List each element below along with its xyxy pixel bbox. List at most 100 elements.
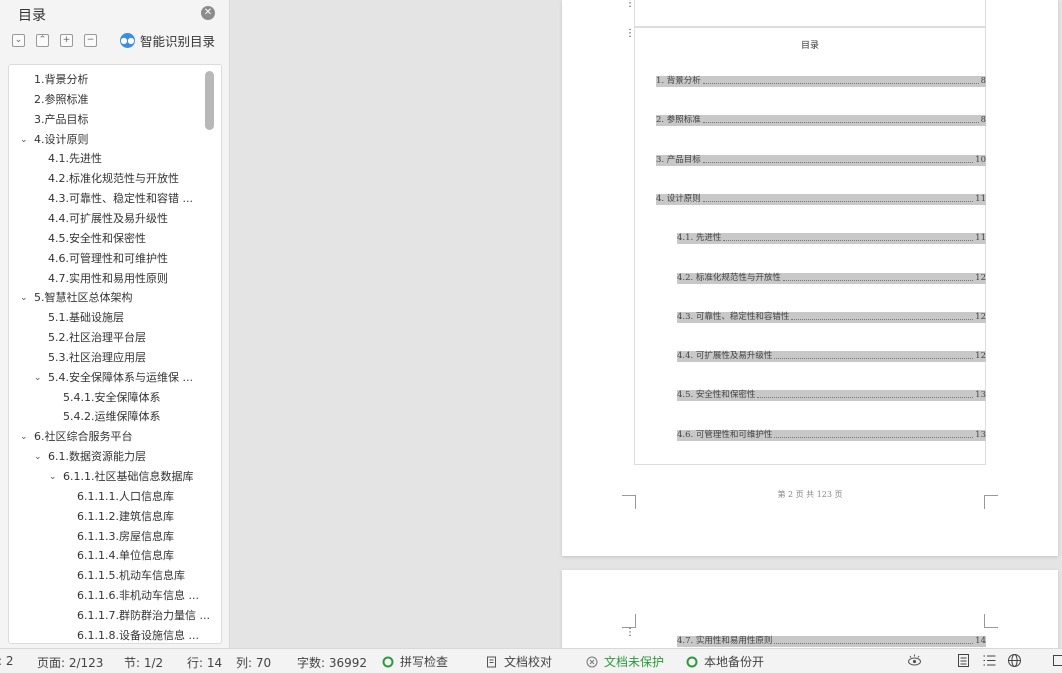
toc-tree-item-label: 5.2.社区治理平台层 — [48, 331, 146, 345]
toc-tree-item[interactable]: ⌄ 5.4.安全保障体系与运维保 ... — [34, 370, 193, 385]
backup-status-icon — [686, 656, 698, 668]
local-backup-button[interactable]: 本地备份开 — [686, 653, 764, 670]
chevron-down-icon[interactable]: ⌄ — [49, 470, 57, 484]
toc-tree-item[interactable]: 6.1.1.3.房屋信息库 — [77, 530, 174, 544]
toc-tree-item-label: 4.2.标准化规范性与开放性 — [48, 172, 179, 186]
close-icon[interactable]: ✕ — [201, 6, 215, 20]
toc-tree-item[interactable]: 5.4.1.安全保障体系 — [63, 391, 161, 405]
paragraph-handle-icon[interactable]: ⋮ — [625, 627, 635, 639]
toc-tree-item[interactable]: 5.2.社区治理平台层 — [48, 331, 146, 345]
toc-tree-item[interactable]: 4.1.先进性 — [48, 152, 102, 166]
outline-view-icon[interactable] — [982, 653, 997, 668]
chevron-down-icon[interactable]: ⌄ — [20, 133, 28, 147]
page-view-icon[interactable] — [956, 653, 971, 668]
toc-tree-item[interactable]: 4.7.实用性和易用性原则 — [48, 272, 168, 286]
chevron-down-icon[interactable]: ⌄ — [20, 291, 28, 305]
chevron-down-icon[interactable]: ⌄ — [34, 450, 42, 464]
eye-protection-icon[interactable] — [907, 653, 922, 668]
toc-tree-item[interactable]: 6.1.1.4.单位信息库 — [77, 549, 174, 563]
toc-tree: 1.背景分析 2.参照标准 3.产品目标 ⌄ 4.设计原则 4.1.先进性 4.2.标准化规… — [8, 64, 222, 644]
toc-tree-item-label: 1.背景分析 — [34, 73, 89, 86]
document-toc-heading: 目录 — [800, 41, 819, 51]
collapse-all-button[interactable]: ⌄ — [12, 34, 25, 47]
status-bar: : 2 页面: 2/123 节: 1/2 行: 14 列: 70 字数: 369… — [0, 648, 1062, 673]
document-toc-entry[interactable]: 4.5. 安全性和保密性 13 — [677, 390, 986, 402]
doc-proofread-button[interactable]: 文档校对 — [486, 653, 552, 670]
toc-tree-item-label: 2.参照标准 — [34, 92, 89, 106]
toc-tree-item[interactable]: 6.1.1.2.建筑信息库 — [77, 510, 174, 524]
toc-tree-item-label: 3.产品目标 — [34, 112, 89, 126]
toc-tree-item[interactable]: 6.1.1.8.设备设施信息 ... — [77, 629, 199, 643]
toc-tree-item-label: 4.4.可扩展性及易升级性 — [48, 211, 168, 225]
toc-entry-page: 8 — [980, 115, 986, 126]
toc-entry-leader — [791, 312, 974, 320]
toc-entry-leader — [702, 194, 974, 202]
toc-tree-item[interactable]: 5.4.2.运维保障体系 — [63, 410, 161, 424]
document-toc-entry[interactable]: 2. 参照标准 8 — [656, 115, 986, 127]
toc-entry-label: 4.1. 先进性 — [677, 233, 722, 244]
toc-tree-item[interactable]: 4.5.安全性和保密性 — [48, 232, 146, 246]
document-toc-entry[interactable]: 4.6. 可管理性和可维护性 13 — [677, 429, 986, 441]
document-toc-entry[interactable]: 4.2. 标准化规范性与开放性 12 — [677, 272, 986, 284]
toc-tree-item[interactable]: ⌄ 6.1.1.社区基础信息数据库 — [49, 470, 194, 484]
document-toc-entry[interactable]: 4.1. 先进性 11 — [677, 233, 986, 245]
toc-tree-item-label: 5.4.1.安全保障体系 — [63, 390, 161, 404]
status-row: 行: 14 — [187, 656, 223, 670]
toc-scrollbar[interactable] — [205, 71, 214, 130]
toc-tree-item-label: 6.1.1.4.单位信息库 — [77, 549, 174, 563]
toc-tree-item[interactable]: ⌄ 6.社区综合服务平台 — [20, 430, 133, 444]
chevron-down-icon[interactable]: ⌄ — [20, 430, 28, 444]
document-toc-entry[interactable]: 4. 设计原则 11 — [656, 193, 986, 205]
toc-tree-item[interactable]: ⌄ 6.1.数据资源能力层 — [34, 450, 146, 464]
toc-tree-item[interactable]: 6.1.1.5.机动车信息库 — [77, 569, 185, 583]
doc-protection-label: 文档未保护 — [604, 655, 665, 669]
document-page: ⋮ ⋮ 目录 1. 背景分析 8 2. 参照标准 8 3. 产品目标 10 4. 设计原则 1… — [562, 0, 1058, 556]
status-partial: : 2 — [0, 654, 14, 668]
toc-entry-page: 13 — [975, 429, 986, 440]
document-toc-entry[interactable]: 4.7. 实用性和易用性原则 14 — [677, 636, 986, 647]
toc-entry-page: 14 — [975, 636, 986, 646]
toc-entry-leader — [774, 430, 974, 438]
toc-tree-item[interactable]: 2.参照标准 — [34, 93, 89, 107]
document-toc-entry[interactable]: 4.4. 可扩展性及易升级性 12 — [677, 351, 986, 363]
toc-tree-item[interactable]: ⌄ 5.智慧社区总体架构 — [20, 291, 133, 305]
toc-tree-item-label: 4.1.先进性 — [48, 152, 102, 166]
smart-toc-button[interactable]: ●● 智能识别目录 — [120, 31, 215, 50]
doc-protection-button[interactable]: 文档未保护 — [586, 653, 664, 670]
toc-entry-leader — [774, 636, 974, 644]
toc-entry-label: 4.7. 实用性和易用性原则 — [677, 636, 773, 646]
toc-tree-item[interactable]: 4.4.可扩展性及易升级性 — [48, 212, 168, 226]
toc-tree-item[interactable]: 4.6.可管理性和可维护性 — [48, 252, 168, 266]
toc-tree-item[interactable]: 6.1.1.7.群防群治力量信 ... — [77, 609, 210, 623]
toc-tree-item[interactable]: 6.1.1.6.非机动车信息 ... — [77, 589, 199, 603]
web-view-icon[interactable] — [1007, 653, 1022, 668]
status-page[interactable]: 页面: 2/123 — [37, 654, 103, 671]
remove-level-button[interactable]: − — [84, 34, 97, 47]
paragraph-handle-icon[interactable]: ⋮ — [625, 0, 635, 10]
status-word-count[interactable]: 字数: 36992 — [297, 654, 367, 671]
toc-tree-item[interactable]: 3.产品目标 — [34, 113, 89, 127]
expand-up-button[interactable]: ⌃ — [36, 34, 49, 47]
toc-tree-item-label: 6.1.1.8.设备设施信息 ... — [77, 628, 199, 642]
toc-tree-item[interactable]: 4.3.可靠性、稳定性和容错 ... — [48, 192, 193, 206]
toc-tree-item-label: 4.6.可管理性和可维护性 — [48, 251, 168, 265]
reading-mode-icon[interactable] — [1050, 653, 1062, 668]
toc-entry-leader — [702, 155, 974, 163]
spell-check-button[interactable]: 拼写检查 — [382, 653, 448, 670]
toc-tree-item-label: 5.4.安全保障体系与运维保 ... — [48, 370, 193, 384]
toc-tree-item[interactable]: ⌄ 4.设计原则 — [20, 133, 89, 147]
chevron-down-icon[interactable]: ⌄ — [34, 371, 42, 385]
document-toc-entry[interactable]: 3. 产品目标 10 — [656, 154, 986, 166]
crop-mark — [984, 495, 998, 509]
toc-tree-item[interactable]: 6.1.1.1.人口信息库 — [77, 490, 174, 504]
document-area: ⋮ ⋮ 目录 1. 背景分析 8 2. 参照标准 8 3. 产品目标 10 4. 设计原则 1… — [231, 0, 1062, 648]
document-toc-entry[interactable]: 4.3. 可靠性、稳定性和容错性 12 — [677, 311, 986, 323]
document-toc-entry[interactable]: 1. 背景分析 8 — [656, 76, 986, 87]
toc-tree-item[interactable]: 4.2.标准化规范性与开放性 — [48, 172, 179, 186]
toc-tree-item[interactable]: 1.背景分析 — [34, 73, 89, 87]
document-page: ⋮ 4.7. 实用性和易用性原则 14 — [562, 570, 1058, 648]
toc-entry-leader — [702, 115, 979, 124]
add-level-button[interactable]: + — [60, 34, 73, 47]
toc-tree-item[interactable]: 5.1.基础设施层 — [48, 311, 124, 325]
toc-tree-item[interactable]: 5.3.社区治理应用层 — [48, 351, 146, 365]
